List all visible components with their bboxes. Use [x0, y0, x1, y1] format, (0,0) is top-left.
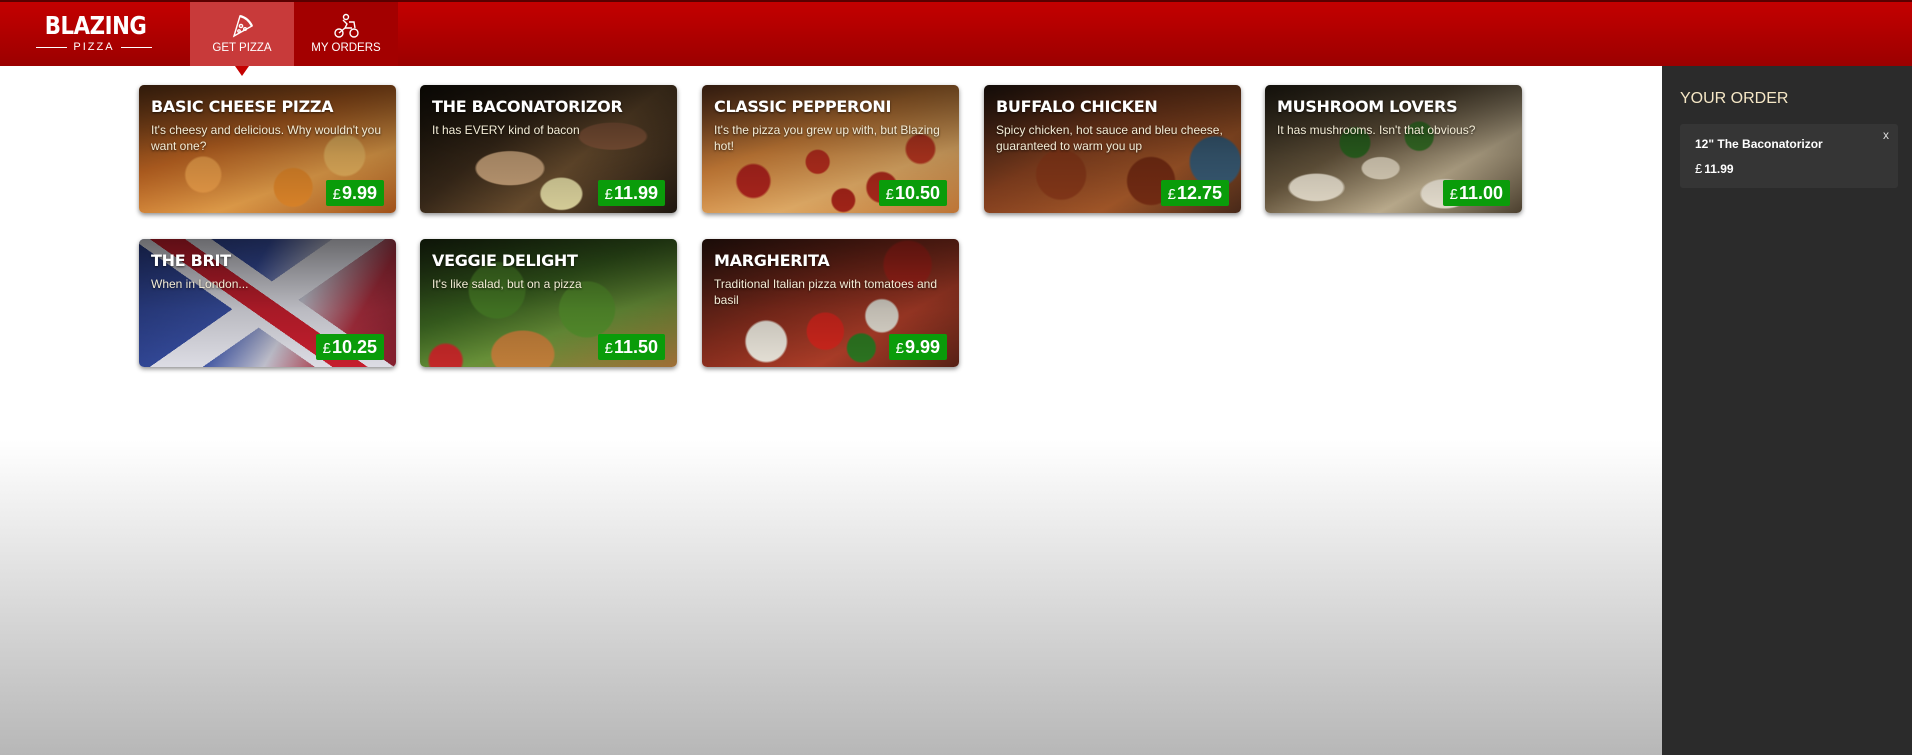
order-heading: YOUR ORDER: [1680, 90, 1789, 107]
tab-get-pizza-label: GET PIZZA: [212, 42, 272, 54]
currency-symbol: £: [895, 340, 904, 357]
card-description: It has mushrooms. Isn't that obvious?: [1277, 123, 1476, 137]
currency-symbol: £: [332, 186, 341, 203]
currency-symbol: £: [322, 340, 331, 357]
logo-subline: PIZZA: [36, 40, 152, 54]
price-badge: £11.00: [1442, 180, 1510, 206]
price-value: 10.50: [894, 183, 940, 203]
price-value: 11.99: [613, 183, 658, 203]
pizza-card-the-brit[interactable]: THE BRIT When in London... £10.25: [139, 239, 396, 367]
pizza-card-veggie-delight[interactable]: VEGGIE DELIGHT It's like salad, but on a…: [420, 239, 677, 367]
card-title: BASIC CHEESE PIZZA: [151, 97, 334, 116]
price-badge: £10.25: [315, 334, 384, 360]
pizza-card-classic-pepperoni[interactable]: CLASSIC PEPPERONI It's the pizza you gre…: [702, 85, 959, 213]
pizza-card-mushroom-lovers[interactable]: MUSHROOM LOVERS It has mushrooms. Isn't …: [1265, 85, 1522, 213]
active-tab-pointer: [235, 66, 249, 76]
pizza-slice-icon: [232, 14, 253, 38]
remove-item-button[interactable]: x: [1883, 128, 1889, 142]
price-badge: £10.50: [878, 180, 947, 206]
price-value: 12.75: [1176, 183, 1222, 203]
price-badge: £9.99: [325, 180, 384, 206]
order-item-name: 12" The Baconatorizor: [1695, 137, 1823, 151]
scooter-icon: [334, 13, 359, 38]
card-description: It has EVERY kind of bacon: [432, 123, 580, 137]
card-description: It's cheesy and delicious. Why wouldn't …: [151, 123, 382, 153]
blazing-pizza-logo[interactable]: BLAZING PIZZA: [36, 12, 152, 58]
order-line-item: 12" The Baconatorizor £11.99 x: [1680, 124, 1898, 188]
currency-symbol: £: [1695, 161, 1703, 176]
card-title: CLASSIC PEPPERONI: [714, 97, 892, 116]
currency-symbol: £: [1449, 186, 1458, 203]
pizza-card-basic-cheese[interactable]: BASIC CHEESE PIZZA It's cheesy and delic…: [139, 85, 396, 213]
currency-symbol: £: [885, 186, 894, 203]
logo-rule-left: [36, 46, 68, 48]
logo-text-top: BLAZING: [44, 11, 147, 40]
logo-text-bottom: PIZZA: [73, 41, 115, 53]
card-description: It's like salad, but on a pizza: [432, 277, 582, 291]
pizza-card-margherita[interactable]: MARGHERITA Traditional Italian pizza wit…: [702, 239, 959, 367]
card-title: MUSHROOM LOVERS: [1277, 97, 1458, 116]
price-value: 10.25: [331, 337, 377, 357]
card-title: THE BACONATORIZOR: [432, 97, 623, 116]
top-bar: BLAZING PIZZA GET PIZZA MY ORDERS: [0, 0, 1912, 66]
card-description: Spicy chicken, hot sauce and bleu cheese…: [996, 123, 1223, 153]
price-value: 11.50: [613, 337, 658, 357]
price-badge: £11.99: [597, 180, 665, 206]
card-title: MARGHERITA: [714, 251, 830, 270]
card-title: VEGGIE DELIGHT: [432, 251, 578, 270]
currency-symbol: £: [604, 340, 613, 357]
order-item-price: £11.99: [1695, 161, 1734, 176]
order-sidebar: YOUR ORDER 12" The Baconatorizor £11.99 …: [1662, 66, 1912, 755]
card-description: When in London...: [151, 277, 249, 291]
order-item-price-value: 11.99: [1704, 162, 1734, 176]
logo-rule-right: [120, 46, 152, 48]
price-badge: £9.99: [888, 334, 947, 360]
price-badge: £12.75: [1160, 180, 1229, 206]
card-description: Traditional Italian pizza with tomatoes …: [714, 277, 938, 307]
tab-my-orders-label: MY ORDERS: [311, 42, 381, 54]
currency-symbol: £: [604, 186, 613, 203]
tab-my-orders[interactable]: MY ORDERS: [294, 2, 398, 66]
card-title: BUFFALO CHICKEN: [996, 97, 1158, 116]
card-title: THE BRIT: [151, 251, 231, 270]
tab-get-pizza[interactable]: GET PIZZA: [190, 2, 294, 66]
price-value: 9.99: [904, 337, 940, 357]
card-description: It's the pizza you grew up with, but Bla…: [714, 123, 940, 153]
pizza-card-baconatorizor[interactable]: THE BACONATORIZOR It has EVERY kind of b…: [420, 85, 677, 213]
pizza-card-buffalo-chicken[interactable]: BUFFALO CHICKEN Spicy chicken, hot sauce…: [984, 85, 1241, 213]
price-value: 9.99: [341, 183, 377, 203]
price-badge: £11.50: [597, 334, 665, 360]
price-value: 11.00: [1458, 183, 1503, 203]
currency-symbol: £: [1167, 186, 1176, 203]
